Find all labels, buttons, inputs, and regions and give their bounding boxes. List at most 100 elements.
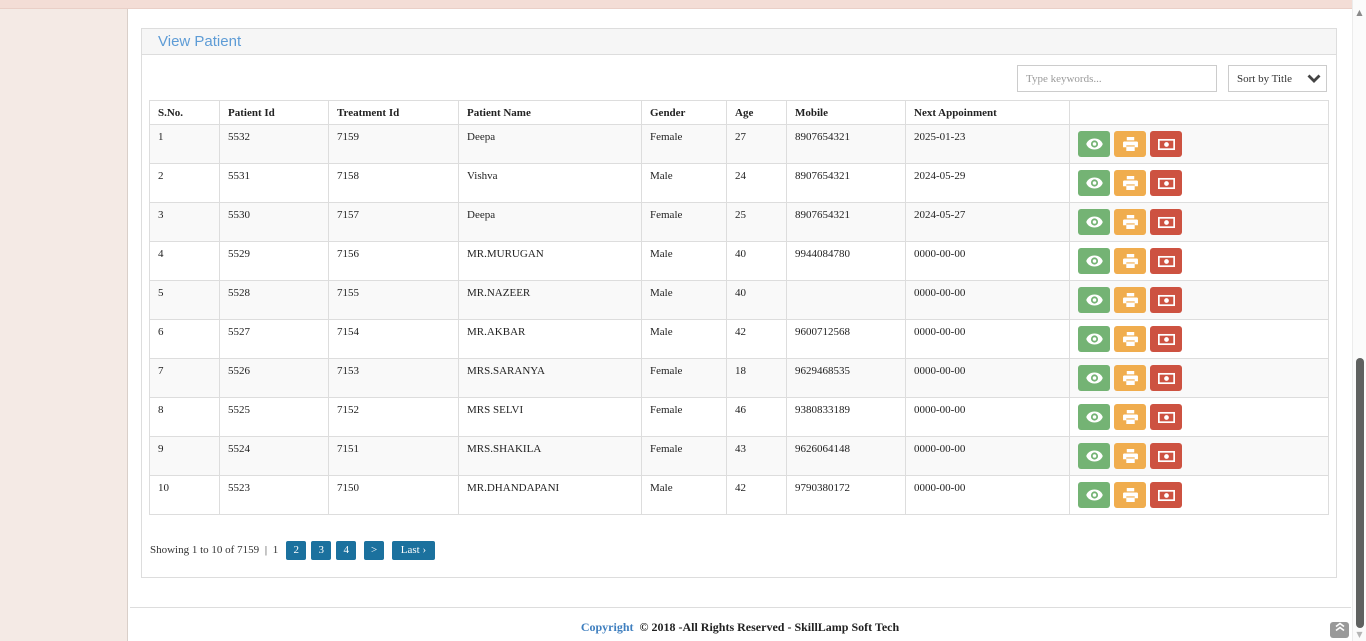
cell-age: 42 (727, 476, 787, 515)
cell-next_appointment: 0000-00-00 (906, 281, 1070, 320)
column-header-next_appointment: Next Appoinment (906, 101, 1070, 125)
cell-name: Vishva (459, 164, 642, 203)
view-patient-panel: View Patient Sort by Title S.No.Patient … (141, 28, 1337, 578)
cell-treatment_id: 7159 (329, 125, 459, 164)
table-header-row: S.No.Patient IdTreatment IdPatient NameG… (150, 101, 1329, 125)
view-button[interactable] (1078, 170, 1110, 196)
cell-treatment_id: 7158 (329, 164, 459, 203)
row-actions (1070, 320, 1329, 359)
billing-button[interactable] (1150, 131, 1182, 157)
billing-button[interactable] (1150, 248, 1182, 274)
view-button[interactable] (1078, 482, 1110, 508)
print-button[interactable] (1114, 365, 1146, 391)
print-button[interactable] (1114, 404, 1146, 430)
cell-treatment_id: 7150 (329, 476, 459, 515)
print-button[interactable] (1114, 248, 1146, 274)
scroll-top-button[interactable] (1330, 622, 1349, 638)
cell-mobile: 8907654321 (787, 164, 906, 203)
money-icon (1158, 448, 1175, 463)
billing-button[interactable] (1150, 404, 1182, 430)
eye-icon (1086, 487, 1103, 502)
scrollbar-up-arrow-icon[interactable]: ▲ (1353, 8, 1366, 17)
cell-gender: Female (642, 203, 727, 242)
cell-next_appointment: 2025-01-23 (906, 125, 1070, 164)
cell-serial: 9 (150, 437, 220, 476)
view-button[interactable] (1078, 131, 1110, 157)
money-icon (1158, 214, 1175, 229)
cell-next_appointment: 2024-05-27 (906, 203, 1070, 242)
pagination-page-4-button[interactable]: 4 (336, 541, 356, 560)
cell-age: 24 (727, 164, 787, 203)
row-actions (1070, 398, 1329, 437)
view-button[interactable] (1078, 365, 1110, 391)
view-button[interactable] (1078, 209, 1110, 235)
cell-mobile: 8907654321 (787, 125, 906, 164)
print-button[interactable] (1114, 326, 1146, 352)
search-input[interactable] (1017, 65, 1217, 92)
pagination-page-3-button[interactable]: 3 (311, 541, 331, 560)
print-button[interactable] (1114, 482, 1146, 508)
cell-age: 40 (727, 242, 787, 281)
view-button[interactable] (1078, 248, 1110, 274)
column-header-age: Age (727, 101, 787, 125)
row-actions (1070, 125, 1329, 164)
cell-gender: Male (642, 164, 727, 203)
pagination-current-page: 1 (273, 544, 279, 556)
cell-treatment_id: 7155 (329, 281, 459, 320)
billing-button[interactable] (1150, 287, 1182, 313)
pagination-next-button[interactable]: > (364, 541, 384, 560)
sidebar (0, 9, 128, 641)
printer-icon (1123, 487, 1138, 502)
copyright-link[interactable]: Copyright (581, 620, 634, 634)
printer-icon (1123, 292, 1138, 307)
scrollbar[interactable]: ▲ ▼ (1352, 0, 1366, 641)
footer-text: © 2018 -All Rights Reserved - SkillLamp … (640, 620, 900, 634)
billing-button[interactable] (1150, 170, 1182, 196)
billing-button[interactable] (1150, 365, 1182, 391)
cell-serial: 5 (150, 281, 220, 320)
cell-serial: 8 (150, 398, 220, 437)
print-button[interactable] (1114, 287, 1146, 313)
row-actions (1070, 164, 1329, 203)
print-button[interactable] (1114, 131, 1146, 157)
sort-select[interactable]: Sort by Title (1228, 65, 1327, 92)
cell-patient_id: 5532 (220, 125, 329, 164)
money-icon (1158, 136, 1175, 151)
pagination: Showing 1 to 10 of 7159 | 1234 > Last › (150, 540, 1329, 560)
cell-age: 42 (727, 320, 787, 359)
scrollbar-down-arrow-icon[interactable]: ▼ (1353, 630, 1366, 639)
print-button[interactable] (1114, 209, 1146, 235)
column-header-serial: S.No. (150, 101, 220, 125)
cell-name: MRS.SHAKILA (459, 437, 642, 476)
cell-mobile (787, 281, 906, 320)
scrollbar-thumb[interactable] (1356, 358, 1364, 628)
billing-button[interactable] (1150, 209, 1182, 235)
column-header-treatment_id: Treatment Id (329, 101, 459, 125)
billing-button[interactable] (1150, 443, 1182, 469)
view-button[interactable] (1078, 404, 1110, 430)
footer: Copyright © 2018 -All Rights Reserved - … (128, 620, 1352, 635)
cell-age: 43 (727, 437, 787, 476)
money-icon (1158, 409, 1175, 424)
view-button[interactable] (1078, 326, 1110, 352)
page-title: View Patient (158, 33, 241, 50)
cell-mobile: 9380833189 (787, 398, 906, 437)
cell-treatment_id: 7154 (329, 320, 459, 359)
billing-button[interactable] (1150, 482, 1182, 508)
view-button[interactable] (1078, 443, 1110, 469)
cell-mobile: 9600712568 (787, 320, 906, 359)
table-row: 155327159DeepaFemale2789076543212025-01-… (150, 125, 1329, 164)
table-row: 555287155MR.NAZEERMale400000-00-00 (150, 281, 1329, 320)
pagination-page-2-button[interactable]: 2 (286, 541, 306, 560)
cell-name: Deepa (459, 203, 642, 242)
billing-button[interactable] (1150, 326, 1182, 352)
print-button[interactable] (1114, 443, 1146, 469)
print-button[interactable] (1114, 170, 1146, 196)
table-row: 755267153MRS.SARANYAFemale18962946853500… (150, 359, 1329, 398)
view-button[interactable] (1078, 287, 1110, 313)
cell-next_appointment: 0000-00-00 (906, 437, 1070, 476)
printer-icon (1123, 448, 1138, 463)
eye-icon (1086, 136, 1103, 151)
cell-mobile: 8907654321 (787, 203, 906, 242)
pagination-last-button[interactable]: Last › (392, 541, 435, 560)
